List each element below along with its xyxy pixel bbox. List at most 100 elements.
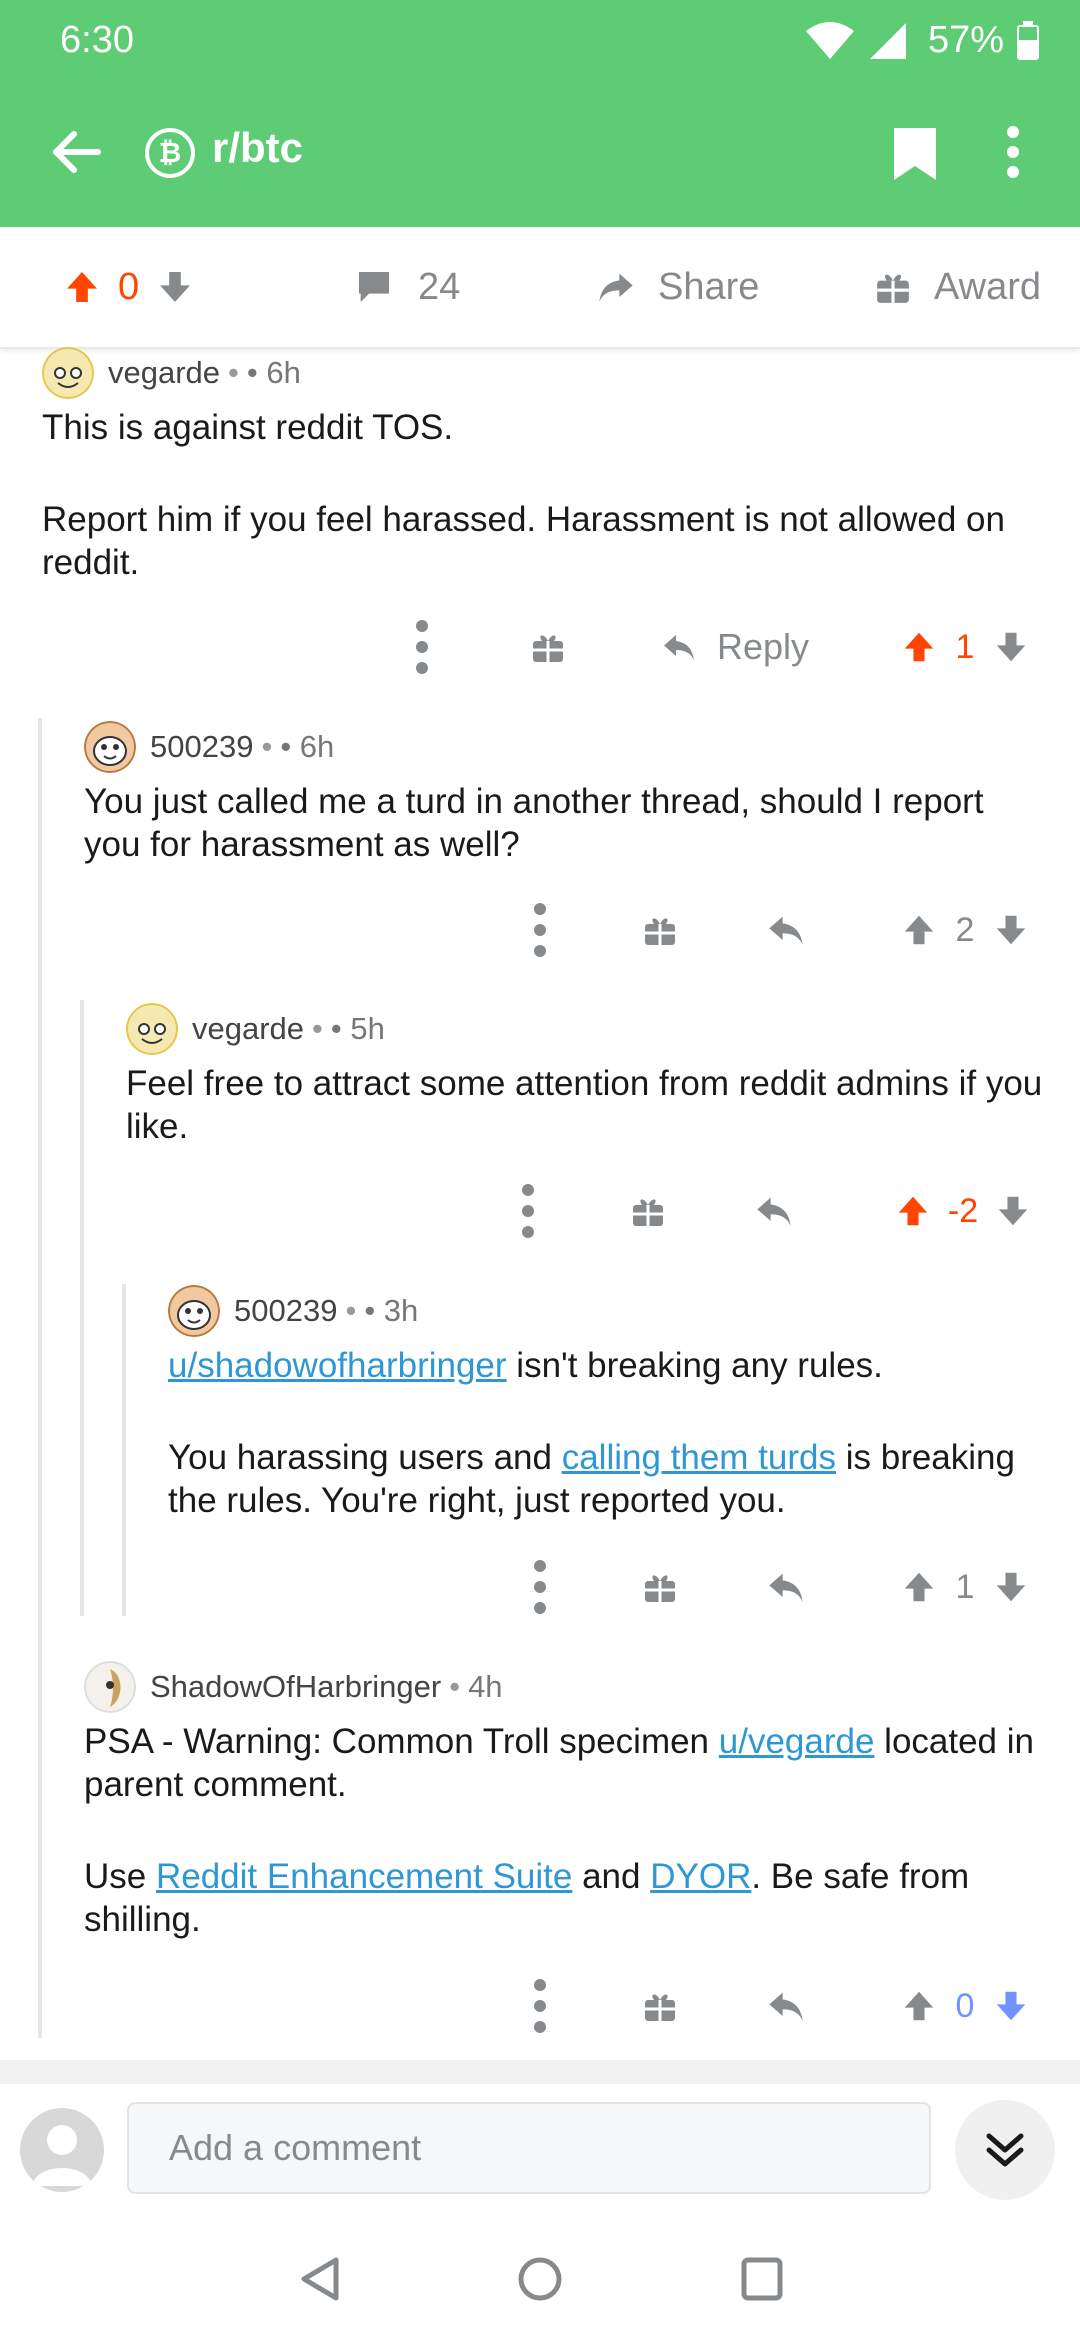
user-avatar[interactable] bbox=[20, 2108, 104, 2192]
comment-text: This is against reddit TOS. bbox=[42, 408, 454, 447]
comment-score: -2 bbox=[947, 1191, 979, 1230]
bookmark-icon[interactable] bbox=[890, 126, 940, 182]
thread-line-depth-2[interactable] bbox=[80, 1000, 84, 1616]
comment-body: You just called me a turd in another thr… bbox=[84, 780, 1044, 866]
comment-score: 1 bbox=[955, 1567, 975, 1606]
comment-text: Report him if you feel harassed. Harassm… bbox=[42, 500, 1005, 582]
comment-author[interactable]: vegarde bbox=[192, 1011, 304, 1047]
comment-author[interactable]: vegarde bbox=[108, 355, 220, 391]
comment: 500239 • • 6h You just called me a turd … bbox=[84, 721, 1044, 866]
reply-arrow-icon bbox=[663, 635, 694, 661]
inline-link[interactable]: Reddit Enhancement Suite bbox=[156, 1857, 572, 1896]
inline-link[interactable]: calling them turds bbox=[562, 1438, 836, 1477]
upvote-icon[interactable] bbox=[894, 1192, 932, 1230]
avatar[interactable] bbox=[42, 347, 94, 399]
comment-composer: Add a comment bbox=[0, 2084, 1080, 2224]
gift-icon[interactable] bbox=[530, 617, 566, 677]
gift-icon[interactable] bbox=[642, 900, 678, 960]
more-options-icon[interactable] bbox=[528, 1976, 552, 2036]
section-divider bbox=[0, 2060, 1080, 2084]
comment-text: Feel free to attract some attention from… bbox=[126, 1064, 1043, 1146]
comment-score: 0 bbox=[955, 1986, 975, 2025]
comment-toolbar: 2 bbox=[0, 900, 1080, 960]
downvote-icon[interactable] bbox=[155, 267, 195, 307]
downvote-icon[interactable] bbox=[992, 628, 1030, 666]
comment-age-prefix: • bbox=[280, 729, 300, 764]
more-options-icon[interactable] bbox=[528, 1557, 552, 1617]
comments-count: 24 bbox=[418, 265, 461, 308]
reply-button[interactable]: Reply bbox=[654, 617, 814, 677]
share-button[interactable]: Share bbox=[594, 261, 759, 313]
add-comment-input[interactable]: Add a comment bbox=[127, 2102, 931, 2194]
comment-toolbar: 1 bbox=[0, 1557, 1080, 1617]
comment-text: You just called me a turd in another thr… bbox=[84, 782, 984, 864]
comment: ShadowOfHarbringer • 4h PSA - Warning: C… bbox=[84, 1661, 1064, 1941]
comment-body: This is against reddit TOS. Report him i… bbox=[42, 406, 1062, 584]
avatar[interactable] bbox=[168, 1285, 220, 1337]
comment-vote-group: 2 bbox=[890, 900, 1040, 960]
gift-icon[interactable] bbox=[642, 1557, 678, 1617]
gift-icon[interactable] bbox=[630, 1181, 666, 1241]
reply-arrow-icon[interactable] bbox=[754, 1181, 794, 1241]
comment-body: Feel free to attract some attention from… bbox=[126, 1062, 1046, 1148]
award-button[interactable]: Award bbox=[874, 261, 1041, 313]
double-chevron-down-icon bbox=[986, 2133, 1024, 2167]
more-options-icon[interactable] bbox=[410, 617, 434, 677]
comment: 500239 • • 3h u/shadowofharbringer isn't… bbox=[168, 1285, 1048, 1522]
more-options-icon[interactable] bbox=[528, 900, 552, 960]
meta-separator: • bbox=[345, 1293, 357, 1328]
comment-text: You harassing users and bbox=[168, 1438, 562, 1477]
comment-body: u/shadowofharbringer isn't breaking any … bbox=[168, 1344, 1048, 1522]
meta-separator: • bbox=[261, 729, 273, 764]
comments-count-button[interactable]: 24 bbox=[354, 261, 460, 313]
subreddit-name[interactable]: r/btc bbox=[212, 124, 303, 172]
downvote-icon[interactable] bbox=[992, 1568, 1030, 1606]
nav-back-icon[interactable] bbox=[298, 2254, 342, 2304]
battery-percent: 57% bbox=[927, 19, 1004, 61]
overflow-menu-icon[interactable] bbox=[1005, 124, 1021, 180]
comment-paragraph: PSA - Warning: Common Troll specimen u/v… bbox=[84, 1720, 1064, 1806]
comment-vote-group: 1 bbox=[890, 1557, 1040, 1617]
award-label: Award bbox=[934, 265, 1042, 308]
system-nav-bar bbox=[0, 2224, 1080, 2340]
upvote-icon[interactable] bbox=[900, 1568, 938, 1606]
comment-bubble-icon bbox=[359, 272, 389, 302]
comment-author[interactable]: ShadowOfHarbringer bbox=[150, 1669, 441, 1705]
status-bar: 6:30 57% bbox=[60, 18, 1040, 63]
comment-age: 6h bbox=[299, 729, 335, 764]
upvote-icon[interactable] bbox=[62, 267, 102, 307]
meta-separator: • bbox=[228, 355, 239, 390]
comment-text: isn't breaking any rules. bbox=[506, 1346, 883, 1385]
avatar[interactable] bbox=[84, 721, 136, 773]
user-link[interactable]: u/vegarde bbox=[719, 1722, 875, 1761]
user-link[interactable]: u/shadowofharbringer bbox=[168, 1346, 507, 1385]
comment-age: 5h bbox=[350, 1011, 385, 1046]
reply-arrow-icon[interactable] bbox=[766, 900, 806, 960]
comment-author[interactable]: 500239 bbox=[234, 1293, 337, 1329]
more-options-icon[interactable] bbox=[516, 1181, 540, 1241]
upvote-icon[interactable] bbox=[900, 628, 938, 666]
comment-text: Use bbox=[84, 1857, 156, 1896]
avatar[interactable] bbox=[84, 1661, 136, 1713]
nav-recents-icon[interactable] bbox=[740, 2254, 784, 2304]
meta-separator: • bbox=[312, 1011, 323, 1046]
comment-score: 2 bbox=[955, 910, 975, 949]
app-header: 6:30 57% ₿ r/btc bbox=[0, 0, 1080, 227]
downvote-icon[interactable] bbox=[992, 1987, 1030, 2025]
inline-link[interactable]: DYOR bbox=[650, 1857, 751, 1896]
comment-author[interactable]: 500239 bbox=[150, 729, 253, 765]
upvote-icon[interactable] bbox=[900, 1987, 938, 2025]
gift-icon[interactable] bbox=[642, 1976, 678, 2036]
comment: vegarde • • 5h Feel free to attract some… bbox=[126, 1003, 1046, 1148]
downvote-icon[interactable] bbox=[994, 1192, 1032, 1230]
collapse-comments-button[interactable] bbox=[955, 2100, 1055, 2200]
reply-arrow-icon[interactable] bbox=[766, 1976, 806, 2036]
avatar[interactable] bbox=[126, 1003, 178, 1055]
post-action-bar: 0 24 Share Award bbox=[0, 227, 1080, 349]
nav-home-icon[interactable] bbox=[517, 2254, 563, 2304]
comment-toolbar: 0 bbox=[0, 1976, 1080, 2036]
upvote-icon[interactable] bbox=[900, 911, 938, 949]
downvote-icon[interactable] bbox=[992, 911, 1030, 949]
reply-arrow-icon[interactable] bbox=[766, 1557, 806, 1617]
back-arrow-icon[interactable] bbox=[48, 124, 104, 180]
